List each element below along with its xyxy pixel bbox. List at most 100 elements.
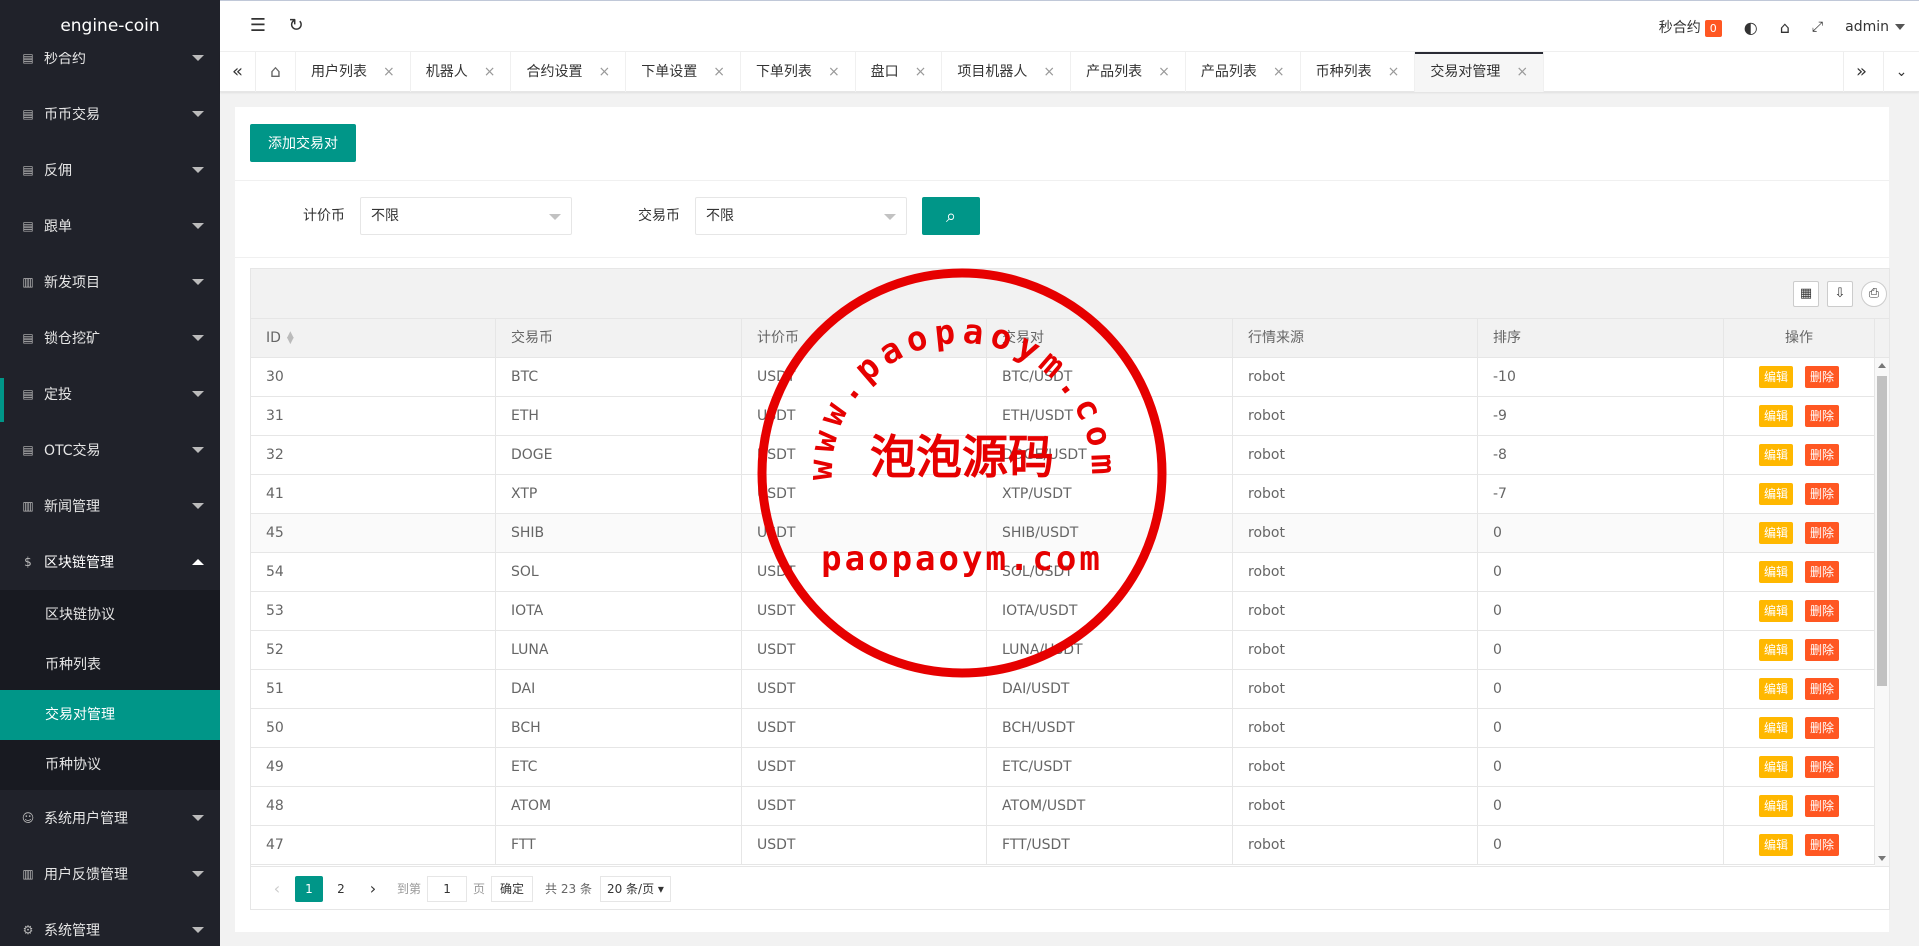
tab[interactable]: 项目机器人 × bbox=[942, 52, 1072, 92]
sidebar-item[interactable]: ▤ 反佣 bbox=[0, 142, 220, 198]
delete-button[interactable]: 删除 bbox=[1805, 522, 1840, 544]
tag-icon[interactable]: ⌂ bbox=[1780, 18, 1790, 37]
sidebar-item[interactable]: ☺ 系统用户管理 bbox=[0, 790, 220, 846]
tab-home-icon[interactable]: ⌂ bbox=[256, 52, 296, 92]
tab[interactable]: 盘口 × bbox=[856, 52, 943, 92]
tab[interactable]: 交易对管理 × bbox=[1415, 52, 1545, 92]
delete-button[interactable]: 删除 bbox=[1805, 600, 1840, 622]
close-icon[interactable]: × bbox=[1388, 64, 1400, 80]
close-icon[interactable]: × bbox=[1516, 64, 1528, 80]
edit-button[interactable]: 编辑 bbox=[1758, 405, 1793, 427]
fullscreen-icon[interactable]: ⤢ bbox=[1812, 19, 1823, 35]
close-icon[interactable]: × bbox=[1158, 64, 1170, 80]
scroll-down-icon[interactable] bbox=[1878, 856, 1886, 861]
print-icon[interactable]: ⎙ bbox=[1861, 281, 1887, 307]
next-page-icon[interactable]: › bbox=[359, 876, 387, 902]
close-icon[interactable]: × bbox=[915, 64, 927, 80]
tab[interactable]: 用户列表 × bbox=[296, 52, 411, 92]
sidebar-item[interactable]: ▤ OTC交易 bbox=[0, 422, 220, 478]
delete-button[interactable]: 删除 bbox=[1805, 483, 1840, 505]
edit-button[interactable]: 编辑 bbox=[1758, 366, 1793, 388]
sidebar-item[interactable]: ▥ 新闻管理 bbox=[0, 478, 220, 534]
delete-button[interactable]: 删除 bbox=[1805, 444, 1840, 466]
tab-label: 合约设置 bbox=[526, 64, 583, 80]
sidebar-item-label: 币币交易 bbox=[44, 107, 100, 123]
delete-button[interactable]: 删除 bbox=[1805, 795, 1840, 817]
edit-button[interactable]: 编辑 bbox=[1758, 834, 1793, 856]
close-icon[interactable]: × bbox=[598, 64, 610, 80]
sidebar-item[interactable]: ▥ 新发项目 bbox=[0, 254, 220, 310]
delete-button[interactable]: 删除 bbox=[1805, 639, 1840, 661]
goto-page-input[interactable]: 1 bbox=[427, 875, 468, 902]
export-icon[interactable]: ⇩ bbox=[1827, 281, 1853, 307]
sidebar-subitem[interactable]: 币种协议 bbox=[0, 740, 220, 790]
contract-notice[interactable]: 秒合约 0 bbox=[1659, 17, 1722, 37]
column-header[interactable]: ID ▲ ▼ bbox=[251, 319, 496, 357]
tabs-scroll-left-icon[interactable]: « bbox=[220, 52, 256, 92]
coin-filter-select[interactable]: 不限 bbox=[695, 197, 907, 235]
tab[interactable]: 产品列表 × bbox=[1186, 52, 1301, 92]
delete-button[interactable]: 删除 bbox=[1805, 405, 1840, 427]
goto-confirm-button[interactable]: 确定 bbox=[491, 875, 534, 902]
edit-button[interactable]: 编辑 bbox=[1758, 444, 1793, 466]
sidebar-item[interactable]: ▤ 跟单 bbox=[0, 198, 220, 254]
prev-page-icon[interactable]: ‹ bbox=[263, 876, 291, 902]
quote-filter-select[interactable]: 不限 bbox=[360, 197, 572, 235]
edit-button[interactable]: 编辑 bbox=[1758, 561, 1793, 583]
delete-button[interactable]: 删除 bbox=[1805, 678, 1840, 700]
sidebar-item[interactable]: ▥ 用户反馈管理 bbox=[0, 846, 220, 902]
edit-button[interactable]: 编辑 bbox=[1758, 756, 1793, 778]
sidebar-item-label: 定投 bbox=[44, 387, 72, 403]
page-number[interactable]: 2 bbox=[327, 876, 355, 902]
vertical-scrollbar[interactable] bbox=[1875, 358, 1889, 866]
sidebar-item[interactable]: ⚙ 系统管理 bbox=[0, 902, 220, 946]
chevron-down-icon bbox=[884, 214, 896, 220]
sidebar-item[interactable]: $ 区块链管理 bbox=[0, 534, 220, 590]
refresh-icon[interactable]: ↻ bbox=[284, 14, 308, 38]
columns-icon[interactable]: ▦ bbox=[1793, 281, 1819, 307]
tab[interactable]: 下单列表 × bbox=[741, 52, 856, 92]
edit-button[interactable]: 编辑 bbox=[1758, 600, 1793, 622]
close-icon[interactable]: × bbox=[713, 64, 725, 80]
theme-icon[interactable]: ◐ bbox=[1744, 18, 1758, 37]
tab[interactable]: 机器人 × bbox=[411, 52, 512, 92]
sidebar-item[interactable]: ▤ 锁仓挖矿 bbox=[0, 310, 220, 366]
tab[interactable]: 产品列表 × bbox=[1071, 52, 1186, 92]
edit-button[interactable]: 编辑 bbox=[1758, 717, 1793, 739]
add-pair-button[interactable]: 添加交易对 bbox=[250, 124, 356, 162]
edit-button[interactable]: 编辑 bbox=[1758, 483, 1793, 505]
tab[interactable]: 下单设置 × bbox=[626, 52, 741, 92]
delete-button[interactable]: 删除 bbox=[1805, 717, 1840, 739]
username: admin bbox=[1845, 19, 1889, 35]
close-icon[interactable]: × bbox=[1273, 64, 1285, 80]
tabs-menu-chevron-icon[interactable]: ⌄ bbox=[1883, 52, 1919, 92]
sidebar-item[interactable]: ▤ 币币交易 bbox=[0, 86, 220, 142]
page-number[interactable]: 1 bbox=[295, 875, 323, 902]
delete-button[interactable]: 删除 bbox=[1805, 561, 1840, 583]
close-icon[interactable]: × bbox=[828, 64, 840, 80]
menu-toggle-icon[interactable]: ☰ bbox=[246, 14, 270, 38]
sidebar-subitem[interactable]: 交易对管理 bbox=[0, 690, 220, 740]
sort-icon[interactable]: ▲ ▼ bbox=[287, 331, 294, 346]
page-size-select[interactable]: 20 条/页 ▾ bbox=[599, 875, 671, 902]
sidebar-item[interactable]: ▤ 定投 bbox=[0, 366, 220, 422]
tab[interactable]: 币种列表 × bbox=[1301, 52, 1416, 92]
tabs-scroll-right-icon[interactable]: » bbox=[1843, 52, 1879, 92]
user-menu[interactable]: admin bbox=[1845, 19, 1905, 35]
edit-button[interactable]: 编辑 bbox=[1758, 522, 1793, 544]
close-icon[interactable]: × bbox=[383, 64, 395, 80]
scroll-thumb[interactable] bbox=[1877, 376, 1887, 686]
scroll-up-icon[interactable] bbox=[1878, 363, 1886, 368]
tab[interactable]: 合约设置 × bbox=[511, 52, 627, 92]
edit-button[interactable]: 编辑 bbox=[1758, 678, 1793, 700]
delete-button[interactable]: 删除 bbox=[1805, 834, 1840, 856]
search-button[interactable]: ⌕ bbox=[922, 197, 980, 235]
delete-button[interactable]: 删除 bbox=[1805, 756, 1840, 778]
close-icon[interactable]: × bbox=[484, 64, 496, 80]
close-icon[interactable]: × bbox=[1043, 64, 1055, 80]
sidebar-subitem[interactable]: 币种列表 bbox=[0, 640, 220, 690]
edit-button[interactable]: 编辑 bbox=[1758, 639, 1793, 661]
edit-button[interactable]: 编辑 bbox=[1758, 795, 1793, 817]
delete-button[interactable]: 删除 bbox=[1805, 366, 1840, 388]
sidebar-subitem[interactable]: 区块链协议 bbox=[0, 590, 220, 640]
